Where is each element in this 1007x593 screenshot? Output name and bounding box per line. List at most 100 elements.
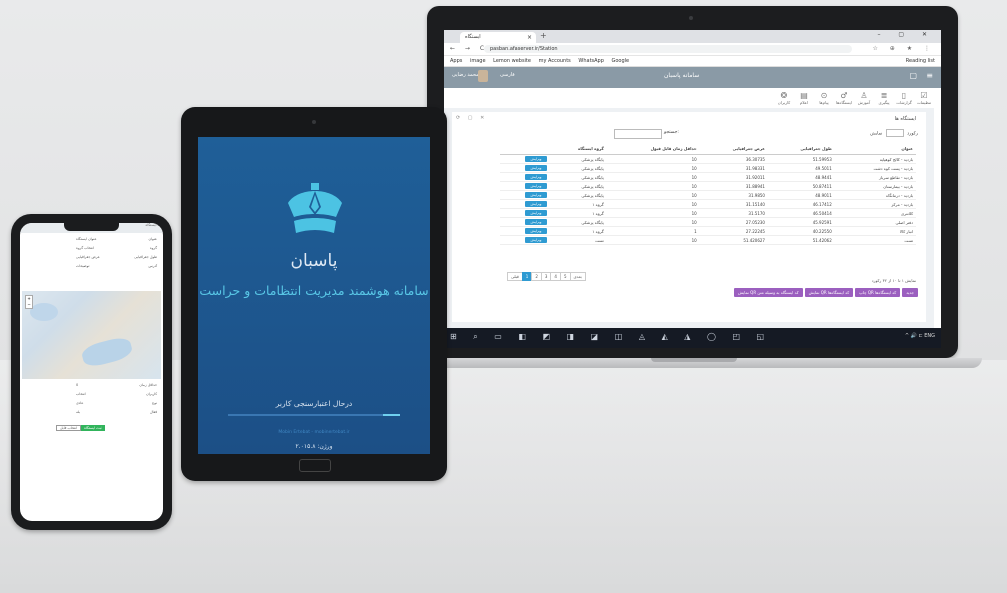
progress-fill xyxy=(382,414,400,416)
column-header[interactable]: گروه ایستگاه xyxy=(550,143,607,155)
edit-button[interactable]: ویرایش xyxy=(525,201,547,207)
table-cell: ویرایش xyxy=(500,226,550,236)
column-header[interactable]: طول جغرافیایی xyxy=(767,143,835,155)
edit-button[interactable]: ویرایش xyxy=(525,156,547,162)
form-row[interactable]: نوع عادی xyxy=(26,401,157,410)
form-value[interactable]: عادی xyxy=(76,401,83,405)
nav-buttons[interactable]: ← → C xyxy=(450,45,488,52)
users-icon: ❂ xyxy=(780,91,788,100)
taskbar-icons[interactable]: ⊞ ⌕ ▭ ◧ ◩ ◨ ◪ ◫ ◬ ◭ ◮ ◯ ◰ ◱ xyxy=(450,332,771,342)
form-row[interactable]: گروه انتخاب گروه xyxy=(26,246,157,255)
url-input[interactable]: pasban.afaserver.ir/Station xyxy=(484,45,852,53)
user-name[interactable]: محمد رضایی xyxy=(452,72,479,78)
table-cell: 27.05230 xyxy=(699,217,768,227)
form-value[interactable]: انتخاب گروه xyxy=(76,246,94,250)
new-tab-button[interactable]: + xyxy=(540,31,547,40)
table-cell: گروه ۱ xyxy=(550,199,607,209)
window-controls[interactable]: – ▢ ✕ xyxy=(877,31,935,38)
form-row[interactable]: طول جغرافیایی عرض جغرافیایی xyxy=(26,255,157,264)
browser-tab[interactable]: ایستگاه × xyxy=(460,32,536,43)
app-subtitle: سامانه هوشمند مدیریت انتظامات و حراست xyxy=(199,283,429,298)
table-cell: پایگاه پزشکی xyxy=(550,154,607,164)
form-value[interactable]: توضیحات xyxy=(76,264,89,268)
bookmark-apps[interactable]: Apps xyxy=(450,58,462,64)
home-button[interactable] xyxy=(299,459,331,472)
form-row[interactable]: آدرس توضیحات xyxy=(26,264,157,273)
form-row[interactable]: فعال بله xyxy=(26,410,157,419)
table-cell: کلانتری xyxy=(834,208,916,218)
reading-list[interactable]: Reading list xyxy=(906,56,935,66)
submit-station-button[interactable]: ثبت ایستگاه xyxy=(81,425,105,431)
action-button[interactable]: نمایش QR کد ایستگاه‌ها xyxy=(804,288,854,297)
map-zoom-control[interactable]: +− xyxy=(25,295,33,309)
toolbar-item-6[interactable]: ▤ اعلام xyxy=(795,91,813,105)
action-buttons: نمایش QR کد ایستگاه به وسیله متن نمایش QR… xyxy=(732,288,918,297)
column-header[interactable]: عنوان xyxy=(834,143,916,155)
form-value[interactable]: 0 xyxy=(76,383,78,387)
form-row[interactable]: کاربران انتخاب xyxy=(26,392,157,401)
toolbar-item-5[interactable]: ⊙ پیام‌ها xyxy=(815,91,833,105)
choose-file-button[interactable]: انتخاب فایل xyxy=(56,425,82,431)
training-icon: ♙ xyxy=(860,91,868,100)
toolbar-item-1[interactable]: ▯ گزارشات xyxy=(895,91,913,105)
column-header[interactable]: عرض جغرافیایی xyxy=(699,143,768,155)
toolbar-item-4[interactable]: ♂ ایستگاه‌ها xyxy=(835,91,853,105)
language-dropdown[interactable]: فارسی xyxy=(500,72,515,78)
toolbar-item-0[interactable]: ☑ تنظیمات xyxy=(915,91,933,105)
table-cell: 49.5011 xyxy=(767,163,835,173)
page-button[interactable]: قبلی xyxy=(507,272,523,281)
table-cell: 31.9850 xyxy=(699,190,768,200)
form-value[interactable]: انتخاب xyxy=(76,392,86,396)
avatar[interactable] xyxy=(478,70,488,82)
bookmark-google[interactable]: Google xyxy=(612,58,630,64)
bookmark-accounts[interactable]: my Accounts xyxy=(539,58,571,64)
form-value[interactable]: بله xyxy=(76,410,80,414)
edit-button[interactable]: ویرایش xyxy=(525,219,547,225)
action-button[interactable]: جدید xyxy=(902,288,918,297)
table-cell: 10 xyxy=(606,217,700,227)
tablet-screen: پاسبان سامانه هوشمند مدیریت انتظامات و ح… xyxy=(198,137,430,454)
form-value[interactable]: عرض جغرافیایی xyxy=(76,255,100,259)
form-value[interactable]: عنوان ایستگاه xyxy=(76,237,97,241)
bookmark-image[interactable]: image xyxy=(470,58,486,64)
form-row[interactable]: حداقل زمان 0 xyxy=(26,383,157,392)
panel-controls[interactable]: ⟳ ▢ ✕ xyxy=(456,115,487,121)
toolbar-item-3[interactable]: ♙ آموزش xyxy=(855,91,873,105)
toolbar-item-7[interactable]: ❂ کاربران xyxy=(775,91,793,105)
close-tab-icon[interactable]: × xyxy=(527,32,532,43)
stations-panel: ⟳ ▢ ✕ ایستگاه ها رکورد نمایش جستجو: عنوا… xyxy=(452,112,926,322)
table-row: بازدید - درمانگاه 48.9011 31.9850 10 پایگاه … xyxy=(500,190,916,200)
form-label: کاربران xyxy=(146,392,157,396)
search-input[interactable] xyxy=(614,129,662,139)
bookmark-lemon[interactable]: Lemon website xyxy=(493,58,531,64)
edit-button[interactable]: ویرایش xyxy=(525,192,547,198)
table-cell: 46.17412 xyxy=(767,199,835,209)
table-cell: بازدید - کالج کوهپایه xyxy=(834,154,916,164)
edit-button[interactable]: ویرایش xyxy=(525,165,547,171)
address-icons[interactable]: ☆ ⊕ ★ ⋮ xyxy=(872,45,935,52)
menu-icon[interactable]: ≡ xyxy=(926,71,933,80)
edit-button[interactable]: ویرایش xyxy=(525,237,547,243)
toolbar-item-2[interactable]: ≣ پیگیری xyxy=(875,91,893,105)
map[interactable]: +− xyxy=(22,291,161,379)
form-row[interactable]: عنوان عنوان ایستگاه xyxy=(26,237,157,246)
footer-link[interactable]: Mobin Ertebat - mobinertebat.ir xyxy=(198,430,430,435)
edit-button[interactable]: ویرایش xyxy=(525,228,547,234)
system-tray[interactable]: ^ 🔊 ⊏ ENG xyxy=(905,333,935,339)
edit-button[interactable]: ویرایش xyxy=(525,183,547,189)
laptop: ایستگاه × + – ▢ ✕ ← → C pasban.afaserver… xyxy=(427,6,958,358)
edit-button[interactable]: ویرایش xyxy=(525,174,547,180)
bookmark-whatsapp[interactable]: WhatsApp xyxy=(578,58,604,64)
page-length-select[interactable] xyxy=(885,129,904,137)
edit-button[interactable]: ویرایش xyxy=(525,210,547,216)
table-cell: 10 xyxy=(606,208,700,218)
column-header[interactable]: حداقل زمان قابل قبول xyxy=(606,143,700,155)
action-button[interactable]: چاپ QR کد ایستگاه‌ها xyxy=(855,288,901,297)
column-header[interactable] xyxy=(500,143,550,155)
app-header: محمد رضایی فارسی سامانه پاسبان ▢ ≡ xyxy=(444,67,941,88)
fullscreen-icon[interactable]: ▢ xyxy=(909,71,917,80)
app-name: پاسبان xyxy=(290,251,338,271)
table-cell: 50.87411 xyxy=(767,181,835,191)
action-button[interactable]: نمایش QR کد ایستگاه به وسیله متن xyxy=(734,288,803,297)
page-button[interactable]: بعدی xyxy=(569,272,586,281)
